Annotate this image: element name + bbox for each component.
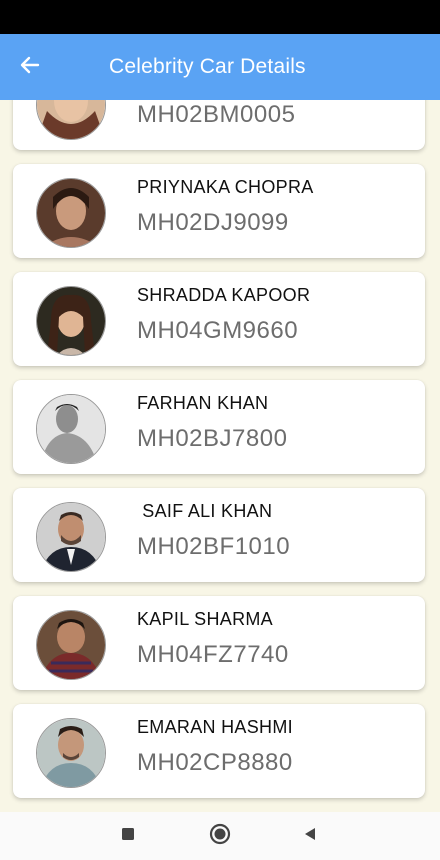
car-number: MH04FZ7740 bbox=[137, 641, 289, 668]
car-card[interactable]: MH02BM0005 bbox=[13, 100, 425, 150]
arrow-left-icon bbox=[19, 54, 41, 81]
car-card[interactable]: SAIF ALI KHAN MH02BF1010 bbox=[13, 488, 425, 582]
car-number: MH02BF1010 bbox=[137, 533, 291, 560]
celebrity-name: SHRADDA KAPOOR bbox=[137, 285, 311, 305]
avatar bbox=[36, 178, 106, 248]
celebrity-name: FARHAN KHAN bbox=[137, 393, 269, 413]
car-number: MH02CP8880 bbox=[137, 749, 293, 776]
celebrity-name: SAIF ALI KHAN bbox=[137, 501, 273, 521]
car-number: MH02DJ9099 bbox=[137, 209, 289, 236]
avatar bbox=[36, 718, 106, 788]
triangle-back-icon bbox=[303, 827, 317, 846]
car-number: MH02BM0005 bbox=[137, 101, 296, 128]
car-number: MH02BJ7800 bbox=[137, 425, 288, 452]
avatar bbox=[36, 610, 106, 680]
avatar bbox=[36, 394, 106, 464]
square-icon bbox=[121, 827, 135, 846]
avatar bbox=[36, 100, 106, 140]
celebrity-name: PRIYNAKA CHOPRA bbox=[137, 177, 314, 197]
car-card[interactable]: SHRADDA KAPOOR MH04GM9660 bbox=[13, 272, 425, 366]
celebrity-name: KAPIL SHARMA bbox=[137, 609, 273, 629]
avatar bbox=[36, 286, 106, 356]
car-card[interactable]: KAPIL SHARMA MH04FZ7740 bbox=[13, 596, 425, 690]
back-button[interactable] bbox=[0, 34, 60, 100]
page-title: Celebrity Car Details bbox=[109, 55, 306, 78]
celebrity-name: EMARAN HASHMI bbox=[137, 717, 293, 737]
avatar bbox=[36, 502, 106, 572]
recents-button[interactable] bbox=[98, 812, 158, 860]
app-bar: Celebrity Car Details bbox=[0, 34, 440, 100]
status-bar bbox=[0, 0, 440, 34]
system-navigation-bar bbox=[0, 812, 440, 860]
home-button[interactable] bbox=[190, 812, 250, 860]
car-number: MH04GM9660 bbox=[137, 317, 299, 344]
car-card[interactable]: PRIYNAKA CHOPRA MH02DJ9099 bbox=[13, 164, 425, 258]
celebrity-car-list[interactable]: MH02BM0005 PRIYNAKA CHOPRA MH02DJ9099 SH… bbox=[0, 100, 440, 812]
system-back-button[interactable] bbox=[280, 812, 340, 860]
car-card[interactable]: FARHAN KHAN MH02BJ7800 bbox=[13, 380, 425, 474]
circle-icon bbox=[209, 823, 231, 850]
car-card[interactable]: EMARAN HASHMI MH02CP8880 bbox=[13, 704, 425, 798]
